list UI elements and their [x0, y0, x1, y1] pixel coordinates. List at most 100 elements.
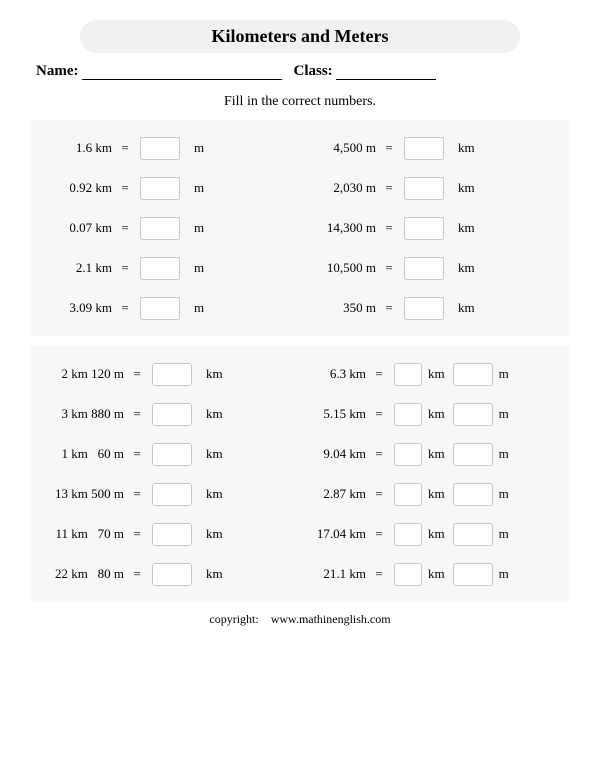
answer-box[interactable]	[144, 403, 198, 426]
exercise-block-2: 2 km 120 m=km6.3 km=kmm3 km 880 m=km5.15…	[30, 346, 570, 602]
answer-box-m[interactable]	[445, 443, 499, 466]
answer-box-m[interactable]	[445, 523, 499, 546]
prompt-value: 14,300 m	[300, 220, 382, 236]
answer-box[interactable]	[132, 137, 186, 160]
prompt-value: 22 km 80 m	[36, 566, 130, 582]
exercise-row: 0.92 km=m2,030 m=km	[36, 168, 564, 208]
answer-box[interactable]	[132, 217, 186, 240]
equals-sign: =	[130, 486, 144, 502]
answer-box[interactable]	[144, 523, 198, 546]
equals-sign: =	[118, 140, 132, 156]
answer-box-m[interactable]	[445, 563, 499, 586]
prompt-value: 3.09 km	[36, 300, 118, 316]
answer-box[interactable]	[396, 217, 450, 240]
answer-box-km[interactable]	[386, 443, 428, 466]
equals-sign: =	[130, 406, 144, 422]
equals-sign: =	[372, 566, 386, 582]
answer-box[interactable]	[144, 363, 198, 386]
answer-unit: km	[198, 566, 229, 582]
answer-unit: km	[198, 486, 229, 502]
prompt-value: 5.15 km	[300, 406, 372, 422]
class-field[interactable]	[336, 66, 436, 80]
exercise-row: 3.09 km=m350 m=km	[36, 288, 564, 328]
answer-unit: m	[186, 300, 210, 316]
equals-sign: =	[372, 406, 386, 422]
answer-box[interactable]	[396, 137, 450, 160]
answer-box-km[interactable]	[386, 523, 428, 546]
answer-unit-km: km	[428, 366, 445, 382]
answer-box-km[interactable]	[386, 363, 428, 386]
answer-unit-m: m	[499, 486, 509, 502]
prompt-value: 0.07 km	[36, 220, 118, 236]
answer-unit: m	[186, 180, 210, 196]
answer-box[interactable]	[144, 443, 198, 466]
equals-sign: =	[372, 526, 386, 542]
answer-unit-m: m	[499, 446, 509, 462]
answer-unit-km: km	[428, 406, 445, 422]
answer-unit: km	[198, 446, 229, 462]
exercise-row: 1.6 km=m4,500 m=km	[36, 128, 564, 168]
prompt-value: 13 km 500 m	[36, 486, 130, 502]
exercise-row: 3 km 880 m=km5.15 km=kmm	[36, 394, 564, 434]
prompt-value: 10,500 m	[300, 260, 382, 276]
exercise-row: 0.07 km=m14,300 m=km	[36, 208, 564, 248]
equals-sign: =	[382, 220, 396, 236]
equals-sign: =	[130, 366, 144, 382]
prompt-value: 2.87 km	[300, 486, 372, 502]
equals-sign: =	[130, 526, 144, 542]
answer-box[interactable]	[144, 563, 198, 586]
answer-unit-km: km	[428, 446, 445, 462]
prompt-value: 2.1 km	[36, 260, 118, 276]
prompt-value: 21.1 km	[300, 566, 372, 582]
instruction-text: Fill in the correct numbers.	[30, 94, 570, 110]
exercise-row: 1 km 60 m=km9.04 km=kmm	[36, 434, 564, 474]
answer-box[interactable]	[132, 177, 186, 200]
answer-unit: km	[450, 220, 481, 236]
answer-box[interactable]	[396, 257, 450, 280]
name-field[interactable]	[82, 66, 282, 80]
answer-unit: m	[186, 260, 210, 276]
answer-unit-km: km	[428, 526, 445, 542]
exercise-row: 2 km 120 m=km6.3 km=kmm	[36, 354, 564, 394]
student-header: Name: Class:	[36, 63, 570, 80]
equals-sign: =	[118, 220, 132, 236]
answer-unit: km	[450, 180, 481, 196]
answer-box-km[interactable]	[386, 403, 428, 426]
answer-unit: km	[450, 140, 481, 156]
prompt-value: 6.3 km	[300, 366, 372, 382]
answer-unit-m: m	[499, 406, 509, 422]
equals-sign: =	[130, 446, 144, 462]
answer-box-m[interactable]	[445, 483, 499, 506]
answer-box-m[interactable]	[445, 363, 499, 386]
equals-sign: =	[382, 260, 396, 276]
answer-box-km[interactable]	[386, 483, 428, 506]
answer-unit: m	[186, 140, 210, 156]
answer-box[interactable]	[132, 297, 186, 320]
equals-sign: =	[372, 486, 386, 502]
answer-box-m[interactable]	[445, 403, 499, 426]
answer-unit: m	[186, 220, 210, 236]
prompt-value: 3 km 880 m	[36, 406, 130, 422]
prompt-value: 0.92 km	[36, 180, 118, 196]
prompt-value: 11 km 70 m	[36, 526, 130, 542]
prompt-value: 1 km 60 m	[36, 446, 130, 462]
equals-sign: =	[382, 180, 396, 196]
copyright-label: copyright:	[209, 612, 258, 626]
answer-box[interactable]	[396, 177, 450, 200]
equals-sign: =	[372, 366, 386, 382]
answer-box[interactable]	[396, 297, 450, 320]
answer-unit-km: km	[428, 486, 445, 502]
answer-unit-km: km	[428, 566, 445, 582]
answer-box[interactable]	[144, 483, 198, 506]
answer-unit-m: m	[499, 526, 509, 542]
answer-unit: km	[450, 300, 481, 316]
answer-box[interactable]	[132, 257, 186, 280]
footer: copyright: www.mathinenglish.com	[30, 612, 570, 627]
answer-unit-m: m	[499, 366, 509, 382]
answer-unit: km	[198, 406, 229, 422]
prompt-value: 4,500 m	[300, 140, 382, 156]
equals-sign: =	[372, 446, 386, 462]
answer-unit: km	[450, 260, 481, 276]
exercise-row: 13 km 500 m=km2.87 km=kmm	[36, 474, 564, 514]
answer-box-km[interactable]	[386, 563, 428, 586]
